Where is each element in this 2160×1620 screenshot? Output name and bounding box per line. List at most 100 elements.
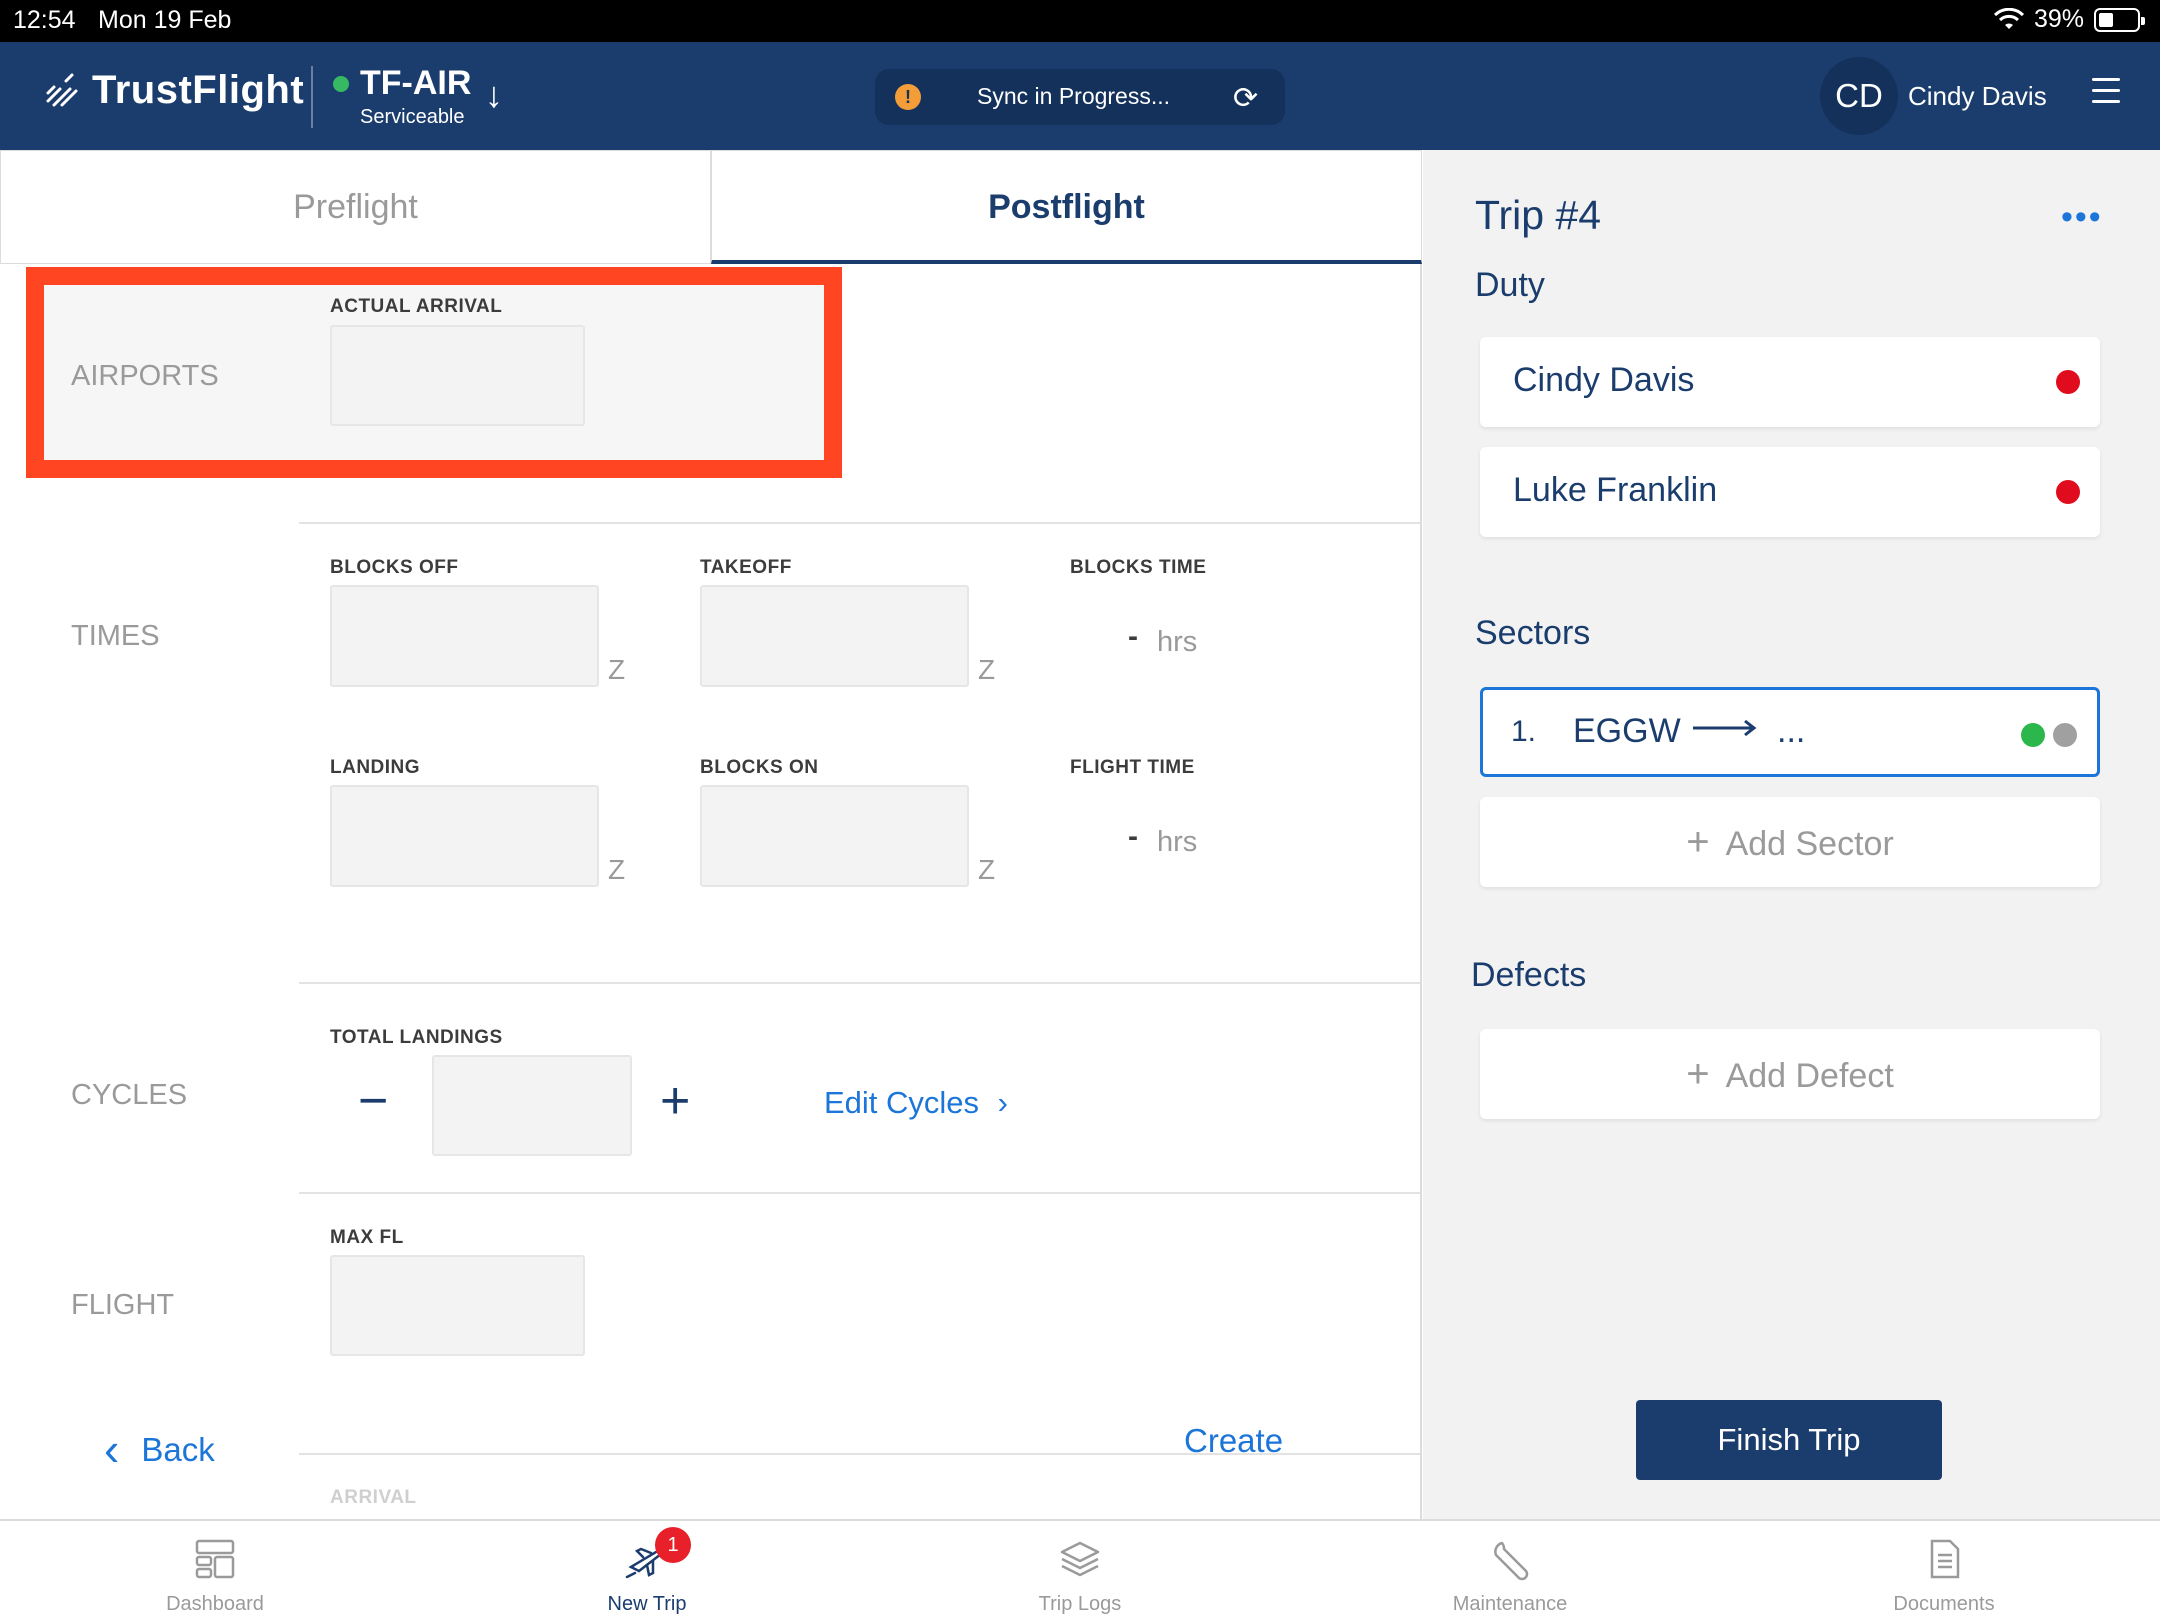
flight-time-value: - [1128,820,1138,853]
sector-destination: ... [1777,712,1806,750]
blocks-off-input[interactable] [330,585,599,687]
aircraft-registration: TF-AIR [360,64,472,102]
battery-percent: 39% [2033,5,2084,33]
app-header: TrustFlight TF-AIR Serviceable ↓ ! Sync … [0,42,2160,150]
wrench-icon [1494,1541,1529,1581]
crew-name: Cindy Davis [1513,361,1695,399]
aircraft-status: Serviceable [360,106,465,128]
tab-preflight[interactable]: Preflight [0,150,711,264]
max-fl-label: MAX FL [330,1227,404,1248]
tab-label: Trip Logs [1038,1593,1122,1615]
total-landings-input[interactable] [432,1055,632,1156]
status-dot-grey [2053,723,2077,747]
blocks-on-input[interactable] [700,785,969,887]
status-dot-green [2021,723,2045,747]
crew-name: Luke Franklin [1513,471,1718,509]
tab-new-trip[interactable]: 1 New Trip [537,1521,757,1620]
date: Mon 19 Feb [98,6,232,34]
tab-postflight[interactable]: Postflight [711,150,1422,264]
blocks-off-label: BLOCKS OFF [330,557,459,578]
arrow-down-icon: ↓ [485,74,503,115]
takeoff-input[interactable] [700,585,969,687]
hamburger-menu-icon[interactable] [2092,78,2120,106]
chevron-left-icon: ‹ [104,1423,120,1475]
tab-maintenance[interactable]: Maintenance [1400,1521,1620,1620]
finish-trip-button[interactable]: Finish Trip [1636,1400,1942,1480]
zulu-suffix: Z [608,854,626,885]
tab-label: Dashboard [166,1593,264,1615]
layers-icon [1060,1541,1100,1577]
refresh-icon: ⟳ [1233,82,1259,115]
zulu-suffix: Z [608,654,626,685]
sector-number: 1. [1511,715,1537,748]
add-sector-button[interactable]: + Add Sector [1480,797,2100,887]
arrival-label: ARRIVAL [330,1487,417,1508]
divider [299,1453,1420,1455]
sector-origin: EGGW [1573,712,1681,750]
tab-dashboard[interactable]: Dashboard [105,1521,325,1620]
user-menu[interactable]: CD Cindy Davis [1820,57,2047,135]
divider [299,1192,1420,1194]
plus-icon: + [1686,1052,1710,1096]
sync-text: Sync in Progress... [977,83,1171,109]
sync-status[interactable]: ! Sync in Progress... ⟳ [875,69,1285,125]
sectors-heading: Sectors [1475,614,1591,652]
max-fl-input[interactable] [330,1255,585,1356]
back-label: Back [141,1431,215,1468]
clock: 12:54 [13,6,76,34]
add-defect-label: Add Defect [1725,1057,1894,1095]
actual-arrival-input[interactable] [330,325,585,426]
trip-panel: Trip #4 ••• Duty Cindy Davis Luke Frankl… [1423,150,2160,1519]
back-button[interactable]: ‹ Back [104,1422,215,1476]
trustflight-logo-icon [46,73,78,106]
status-indicators: 39% [1993,5,2145,34]
blocks-on-label: BLOCKS ON [700,757,819,778]
zulu-suffix: Z [978,854,996,885]
takeoff-label: TAKEOFF [700,557,792,578]
tab-label: Documents [1893,1593,1995,1615]
wifi-icon [1993,7,2024,29]
edit-cycles-link[interactable]: Edit Cycles › [824,1085,1008,1121]
brand-name: TrustFlight [92,68,305,112]
duty-heading: Duty [1475,266,1545,304]
sector-card[interactable]: 1. EGGW ... [1480,687,2100,777]
serviceable-status-dot [333,76,349,92]
status-dot [2056,480,2080,504]
plus-icon: + [1686,820,1710,864]
avatar: CD [1820,57,1898,135]
more-options-icon[interactable]: ••• [2061,198,2103,237]
crew-card[interactable]: Cindy Davis [1480,337,2100,427]
blocks-time-value: - [1128,620,1138,653]
landing-input[interactable] [330,785,599,887]
zulu-suffix: Z [978,654,996,685]
section-cycles: CYCLES [71,1079,188,1111]
status-bar: 12:54 Mon 19 Feb 39% [0,0,2160,42]
add-sector-label: Add Sector [1725,825,1894,863]
postflight-form: AIRPORTS ACTUAL ARRIVAL TIMES BLOCKS OFF… [0,264,1422,1519]
section-airports: AIRPORTS [71,360,219,392]
blocks-time-label: BLOCKS TIME [1070,557,1207,578]
status-dot [2056,370,2080,394]
tab-trip-logs[interactable]: Trip Logs [970,1521,1190,1620]
hrs-unit: hrs [1157,826,1198,858]
divider [299,522,1420,524]
increment-button[interactable]: + [660,1075,690,1127]
landing-label: LANDING [330,757,421,778]
user-name: Cindy Davis [1908,80,2047,111]
document-icon [1930,1539,1960,1579]
tab-documents[interactable]: Documents [1834,1521,2054,1620]
notification-badge: 1 [655,1527,691,1563]
defects-heading: Defects [1471,956,1587,994]
crew-card[interactable]: Luke Franklin [1480,447,2100,537]
section-flight: FLIGHT [71,1289,175,1321]
bottom-tab-bar: Dashboard 1 New Trip Trip Logs Maintenan… [0,1519,2160,1620]
decrement-button[interactable]: − [358,1075,388,1127]
tab-label: Maintenance [1452,1593,1568,1615]
total-landings-label: TOTAL LANDINGS [330,1027,503,1048]
dashboard-icon [195,1539,235,1579]
long-arrow-right-icon [1693,719,1757,737]
section-times: TIMES [71,620,160,652]
flight-time-label: FLIGHT TIME [1070,757,1195,778]
add-defect-button[interactable]: + Add Defect [1480,1029,2100,1119]
flight-phase-tabs: Preflight Postflight [0,150,1422,264]
